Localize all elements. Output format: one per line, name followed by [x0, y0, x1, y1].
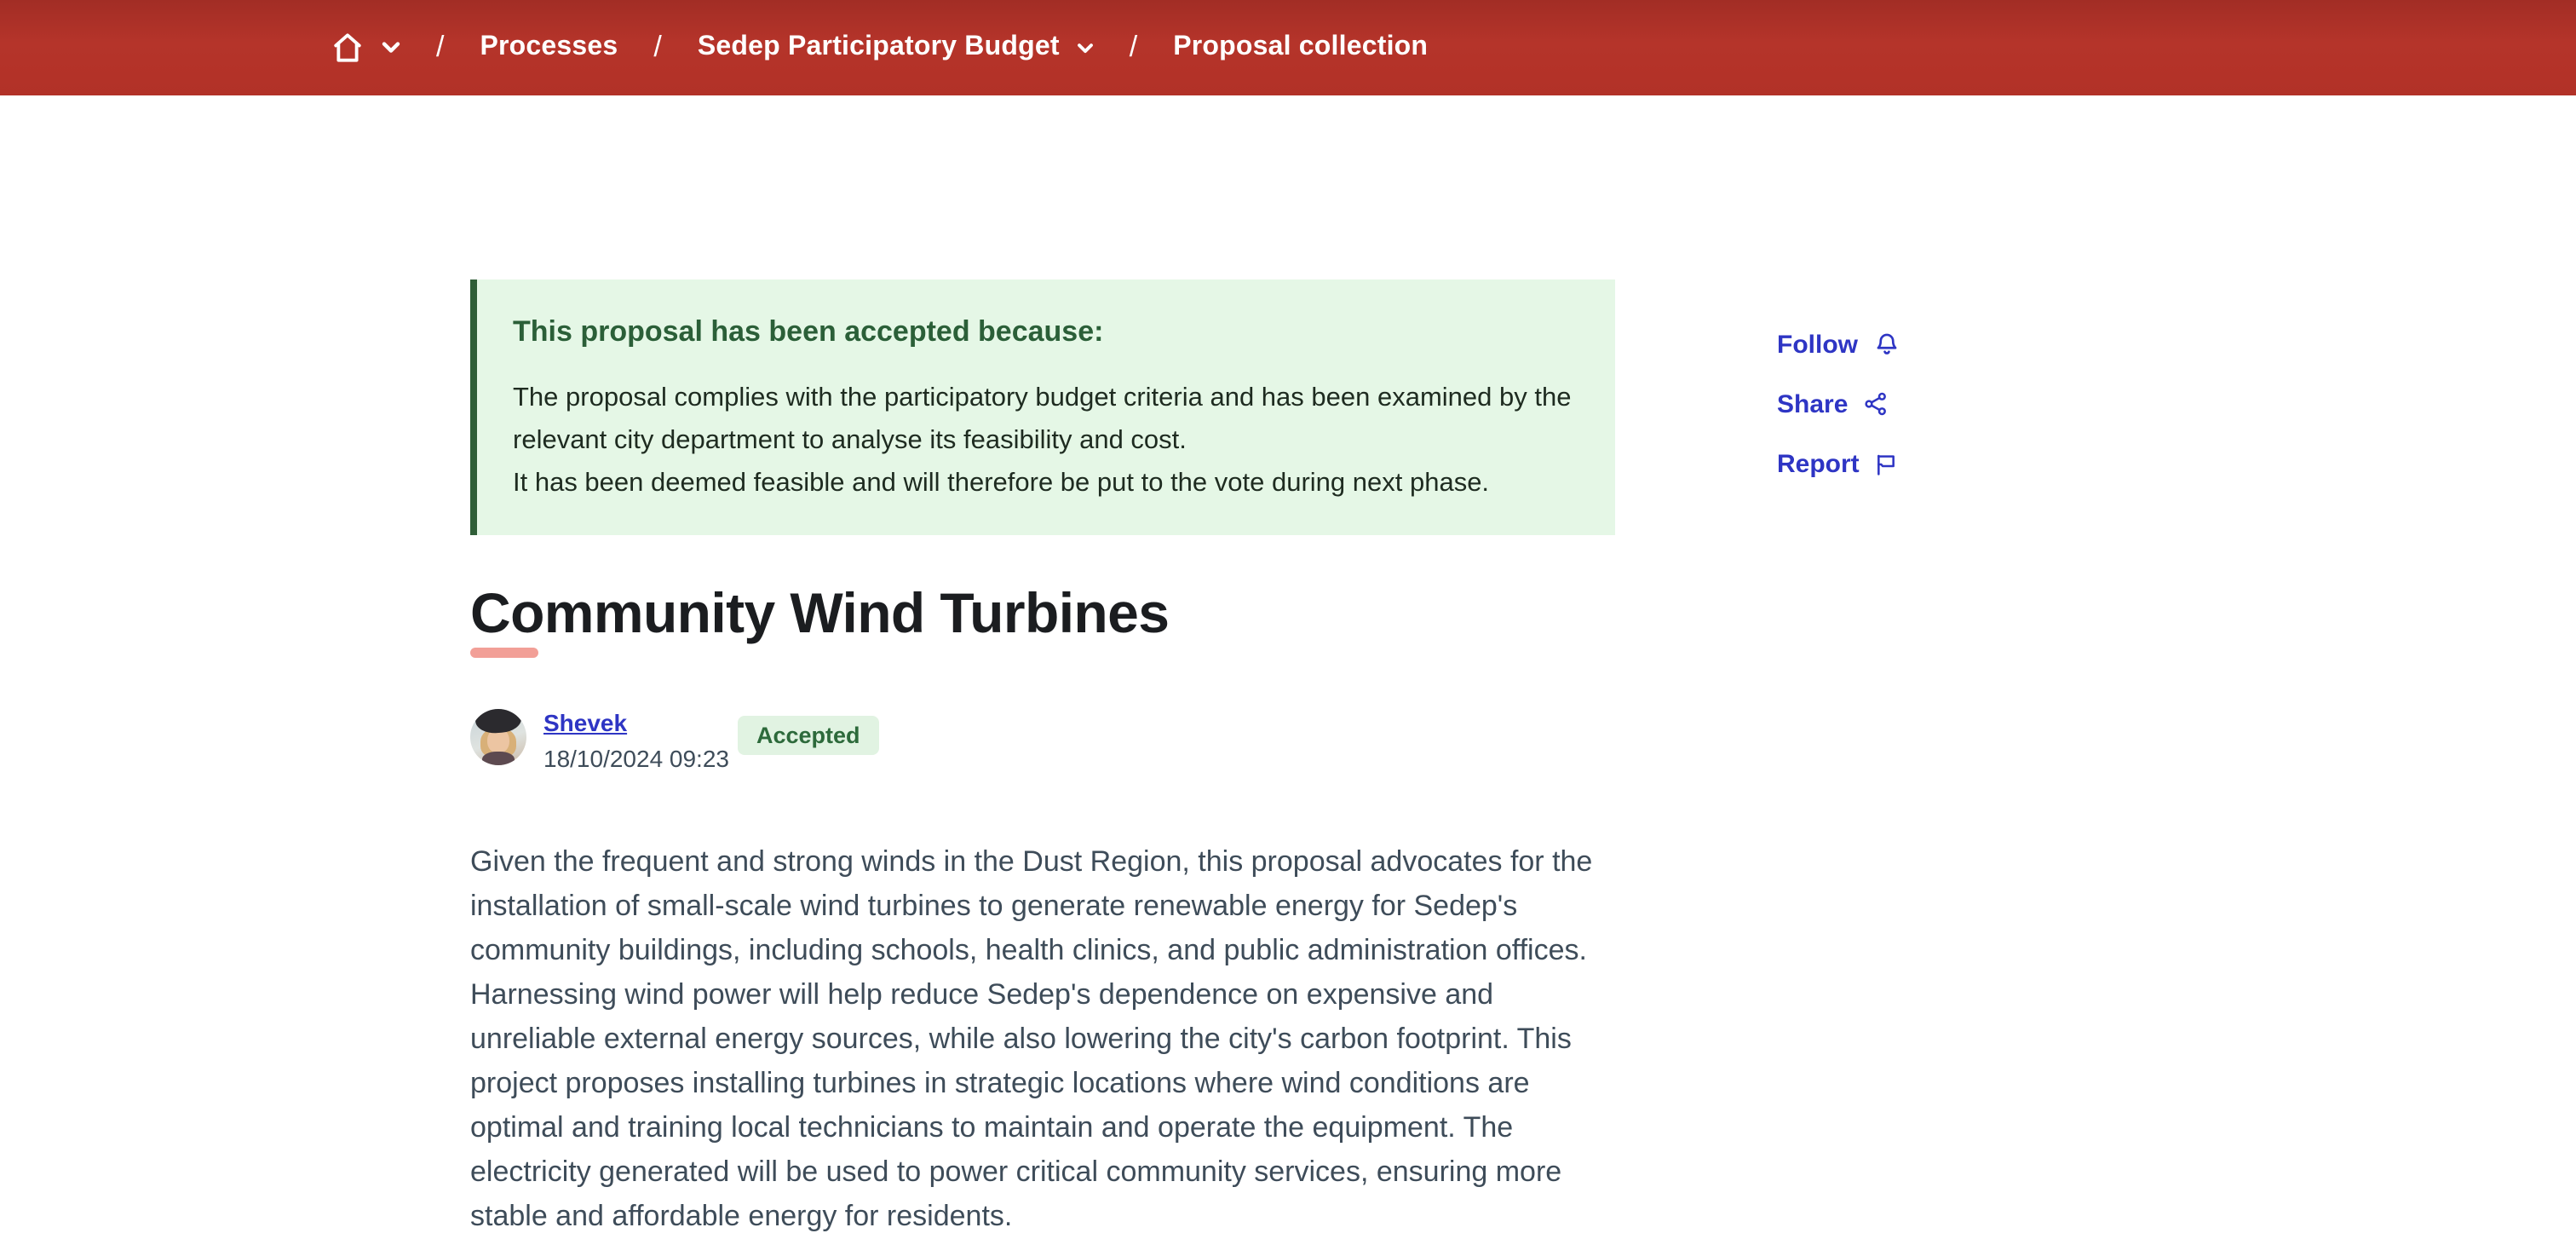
breadcrumb-separator: /	[653, 31, 661, 65]
report-button-label: Report	[1777, 449, 1860, 478]
title-accent-underline	[470, 648, 538, 658]
share-button[interactable]: Share	[1777, 387, 1900, 421]
breadcrumb-item-proposal-collection[interactable]: Proposal collection	[1173, 32, 1428, 63]
flag-icon	[1873, 449, 1900, 478]
home-icon[interactable]	[329, 29, 366, 66]
breadcrumb: / Processes / Sedep Participatory Budget…	[329, 29, 1428, 66]
author-name-link[interactable]: Shevek	[543, 709, 627, 736]
breadcrumb-separator: /	[436, 31, 444, 65]
proposal-timestamp: 18/10/2024 09:23	[543, 745, 729, 772]
author-row: Shevek 18/10/2024 09:23 Accepted	[470, 709, 1615, 770]
bell-icon	[1872, 329, 1900, 360]
report-button[interactable]: Report	[1777, 447, 1900, 481]
breadcrumb-item-processes[interactable]: Processes	[480, 32, 618, 63]
breadcrumb-item-process-label[interactable]: Sedep Participatory Budget	[698, 32, 1060, 63]
avatar[interactable]	[470, 709, 526, 765]
page: / Processes / Sedep Participatory Budget…	[0, 0, 2576, 1222]
top-navigation-bar: / Processes / Sedep Participatory Budget…	[0, 0, 2576, 95]
author-meta: Shevek 18/10/2024 09:23	[543, 709, 729, 772]
follow-button[interactable]: Follow	[1777, 327, 1900, 361]
proposal-body: Given the frequent and strong winds in t…	[470, 840, 1625, 1239]
share-icon	[1861, 390, 1889, 418]
chevron-down-icon[interactable]	[1077, 42, 1094, 54]
share-button-label: Share	[1777, 389, 1848, 418]
acceptance-callout-line: The proposal complies with the participa…	[513, 377, 1578, 462]
proposal-actions: Follow Share Report	[1777, 327, 1900, 481]
status-badge: Accepted	[738, 716, 879, 755]
breadcrumb-separator: /	[1130, 31, 1137, 65]
breadcrumb-home[interactable]	[329, 29, 400, 66]
acceptance-callout-line: It has been deemed feasible and will the…	[513, 462, 1578, 504]
acceptance-callout-title: This proposal has been accepted because:	[513, 315, 1578, 349]
page-title: Community Wind Turbines	[470, 581, 1169, 646]
chevron-down-icon[interactable]	[382, 41, 400, 55]
follow-button-label: Follow	[1777, 330, 1858, 359]
breadcrumb-item-process[interactable]: Sedep Participatory Budget	[698, 32, 1094, 63]
acceptance-callout: This proposal has been accepted because:…	[470, 279, 1615, 535]
